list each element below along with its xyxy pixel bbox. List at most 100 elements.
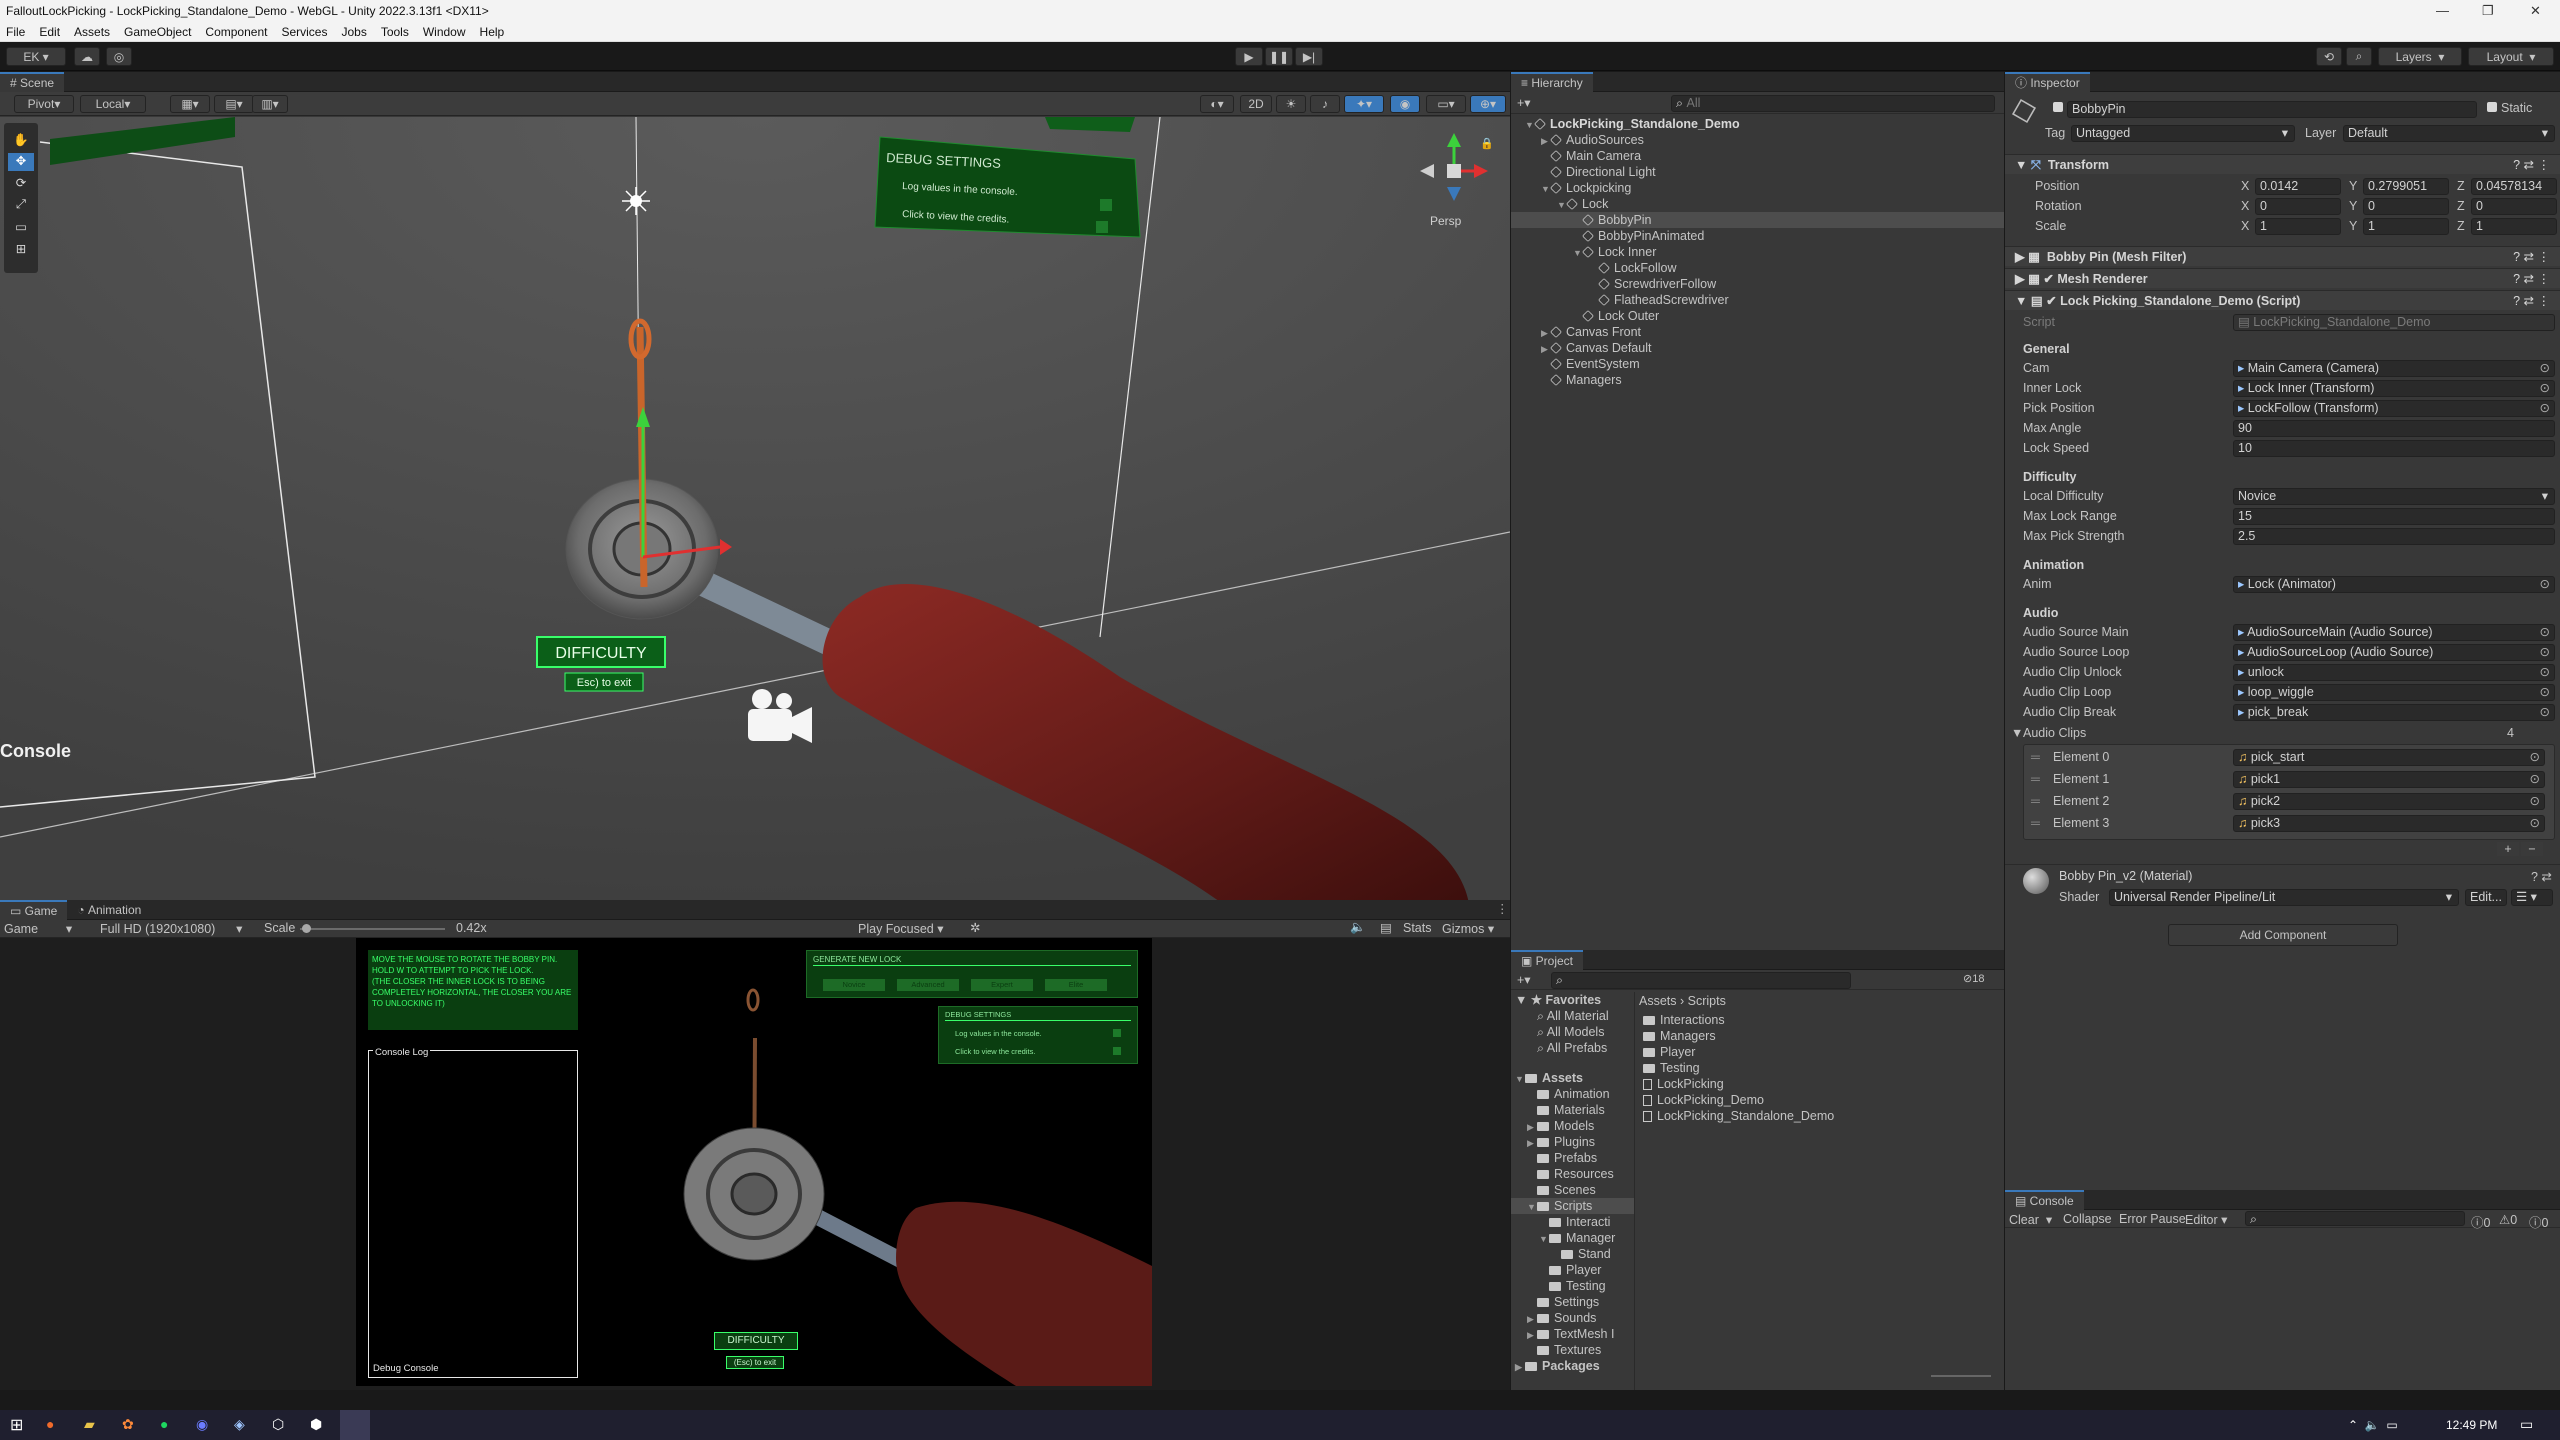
property-field[interactable]: ▸ AudioSourceMain (Audio Source) ⊙ — [2233, 624, 2555, 641]
pause-button[interactable]: ❚❚ — [1265, 47, 1293, 66]
app-icon[interactable]: ✿ — [122, 1416, 134, 1433]
icon-size-slider[interactable] — [1931, 1375, 1991, 1377]
display-dropdown[interactable]: Game ▾ — [4, 921, 72, 936]
element-field[interactable]: ♫ pick2 ⊙ — [2233, 793, 2545, 810]
project-folder-item[interactable]: ▼ Assets — [1511, 1070, 1634, 1086]
unity-icon[interactable]: ⬢ — [310, 1416, 322, 1433]
layout-dropdown[interactable]: Layout ▾ — [2468, 47, 2554, 66]
object-picker-icon[interactable]: ⊙ — [2530, 750, 2540, 765]
project-folder-item[interactable]: ▶ Models — [1511, 1118, 1634, 1134]
hierarchy-item[interactable]: BobbyPinAnimated — [1511, 228, 2004, 244]
list-add-button[interactable]: + — [2497, 842, 2519, 856]
game-difficulty-button[interactable]: DIFFICULTY — [714, 1332, 798, 1350]
maximize-icon[interactable]: ❐ — [2482, 0, 2494, 22]
firefox-icon[interactable]: ● — [46, 1416, 54, 1432]
audio-icon[interactable]: ♪ — [1310, 95, 1340, 113]
transform-rotation-x-field[interactable]: 0 — [2255, 198, 2341, 215]
move-tool-icon[interactable]: ✥ — [8, 153, 34, 171]
hierarchy-item[interactable]: Managers — [1511, 372, 2004, 388]
grid-snap-icon[interactable]: ▦▾ — [170, 95, 210, 113]
console-warning-count[interactable]: ⚠0 — [2499, 1212, 2517, 1227]
clock[interactable]: 12:49 PM — [2446, 1418, 2497, 1432]
breadcrumb-assets[interactable]: Assets — [1639, 994, 1677, 1008]
object-picker-icon[interactable]: ⊙ — [2530, 816, 2540, 831]
console-error-pause-button[interactable]: Error Pause — [2119, 1212, 2186, 1226]
rect-tool-icon[interactable]: ▭ — [8, 219, 34, 237]
transform-scale-y-field[interactable]: 1 — [2363, 218, 2449, 235]
project-file-item[interactable]: LockPicking_Demo — [1639, 1092, 1999, 1108]
history-icon[interactable]: ⟲ — [2316, 47, 2342, 66]
project-folder-item[interactable]: Resources — [1511, 1166, 1634, 1182]
tab-inspector[interactable]: ⓘ Inspector — [2005, 71, 2090, 92]
project-file-item[interactable]: Interactions — [1639, 1012, 1999, 1028]
lock-view-icon[interactable]: 🔒 — [1480, 137, 1494, 150]
static-checkbox[interactable] — [2487, 102, 2497, 112]
project-file-item[interactable]: LockPicking — [1639, 1076, 1999, 1092]
favorite-item[interactable]: ⌕ All Material — [1511, 1008, 1634, 1024]
transform-tool-icon[interactable]: ⊞ — [8, 241, 34, 259]
scene-render[interactable]: DEBUG SETTINGS Log values in the console… — [0, 117, 1510, 900]
fold-arrow-icon[interactable]: ▼ — [1573, 245, 1583, 261]
hand-tool-icon[interactable]: ✋ — [8, 133, 34, 151]
scale-slider-thumb[interactable] — [302, 924, 311, 933]
close-icon[interactable]: ✕ — [2530, 0, 2541, 22]
shader-list-button[interactable]: ☰ ▾ — [2511, 889, 2553, 906]
fold-arrow-icon[interactable]: ▶ — [1541, 341, 1551, 357]
transform-position-y-field[interactable]: 0.2799051 — [2363, 178, 2449, 195]
game-viewport[interactable]: MOVE THE MOUSE TO ROTATE THE BOBBY PIN. … — [356, 938, 1152, 1386]
hierarchy-item[interactable]: ▼ LockPicking_Standalone_Demo — [1511, 116, 2004, 132]
stats-button[interactable]: Stats — [1403, 921, 1432, 935]
console-log-count[interactable]: ⓘ0 — [2471, 1212, 2490, 1231]
tab-animation[interactable]: ◔ Animation — [67, 900, 151, 920]
transform-scale-x-field[interactable]: 1 — [2255, 218, 2341, 235]
transform-position-x-field[interactable]: 0.0142 — [2255, 178, 2341, 195]
hierarchy-item[interactable]: ▶ AudioSources — [1511, 132, 2004, 148]
project-folder-item[interactable]: ▶ Packages — [1511, 1358, 1634, 1374]
fold-arrow-icon[interactable]: ▶ — [1527, 1135, 1537, 1151]
console-error-count[interactable]: ⓘ0 — [2529, 1212, 2548, 1231]
project-folder-item[interactable]: Stand — [1511, 1246, 1634, 1262]
scene-viewport[interactable]: DEBUG SETTINGS Log values in the console… — [0, 117, 1510, 900]
windows-start-icon[interactable]: ⊞ — [10, 1415, 23, 1435]
project-search-input[interactable]: ⌕ — [1551, 972, 1851, 989]
hierarchy-item[interactable]: FlatheadScrewdriver — [1511, 292, 2004, 308]
drag-handle-icon[interactable]: ═ — [2031, 794, 2040, 808]
object-picker-icon[interactable]: ⊙ — [2540, 401, 2550, 416]
project-folder-item[interactable]: ▶ TextMesh I — [1511, 1326, 1634, 1342]
hierarchy-item[interactable]: LockFollow — [1511, 260, 2004, 276]
hierarchy-item[interactable]: Directional Light — [1511, 164, 2004, 180]
add-component-button[interactable]: Add Component — [2168, 924, 2398, 946]
vsync-icon[interactable]: ▤ — [1380, 920, 1392, 935]
fold-arrow-icon[interactable]: ▼ — [1557, 197, 1567, 213]
fold-arrow-icon[interactable]: ▼ — [1541, 181, 1551, 197]
pivot-dropdown[interactable]: Pivot ▾ — [14, 95, 74, 113]
property-field[interactable]: 10 — [2233, 440, 2555, 457]
menu-gameobject[interactable]: GameObject — [124, 25, 191, 39]
shader-dropdown[interactable]: Universal Render Pipeline/Lit ▾ — [2109, 889, 2459, 906]
mesh-renderer-header[interactable]: ▶ ▦ ✔ Mesh Renderer? ⇄ ⋮ — [2005, 268, 2560, 288]
object-picker-icon[interactable]: ⊙ — [2540, 645, 2550, 660]
project-folder-item[interactable]: Testing — [1511, 1278, 1634, 1294]
bug-icon[interactable]: ✲ — [970, 920, 980, 935]
object-picker-icon[interactable]: ⊙ — [2540, 625, 2550, 640]
favorite-item[interactable]: ⌕ All Prefabs — [1511, 1040, 1634, 1056]
play-button[interactable]: ▶ — [1235, 47, 1263, 66]
drag-handle-icon[interactable]: ═ — [2031, 750, 2040, 764]
favorite-item[interactable]: ⌕ All Models — [1511, 1024, 1634, 1040]
drag-handle-icon[interactable]: ═ — [2031, 772, 2040, 786]
object-picker-icon[interactable]: ⊙ — [2540, 577, 2550, 592]
transform-rotation-y-field[interactable]: 0 — [2363, 198, 2449, 215]
fold-arrow-icon[interactable]: ▼ — [1527, 1199, 1537, 1215]
game-more-icon[interactable]: ⋮ — [1496, 901, 1509, 916]
unity-hub-icon[interactable]: ⬡ — [272, 1416, 284, 1433]
object-picker-icon[interactable]: ⊙ — [2540, 705, 2550, 720]
hierarchy-item[interactable]: ▶ Canvas Default — [1511, 340, 2004, 356]
object-picker-icon[interactable]: ⊙ — [2540, 361, 2550, 376]
local-dropdown[interactable]: Local ▾ — [80, 95, 146, 113]
menu-edit[interactable]: Edit — [39, 25, 60, 39]
menu-tools[interactable]: Tools — [381, 25, 409, 39]
toggle-2d-button[interactable]: 2D — [1240, 95, 1272, 113]
fold-arrow-icon[interactable]: ▼ — [1525, 117, 1535, 133]
step-button[interactable]: ▶| — [1295, 47, 1323, 66]
project-folder-item[interactable]: ▼ Scripts — [1511, 1198, 1634, 1214]
